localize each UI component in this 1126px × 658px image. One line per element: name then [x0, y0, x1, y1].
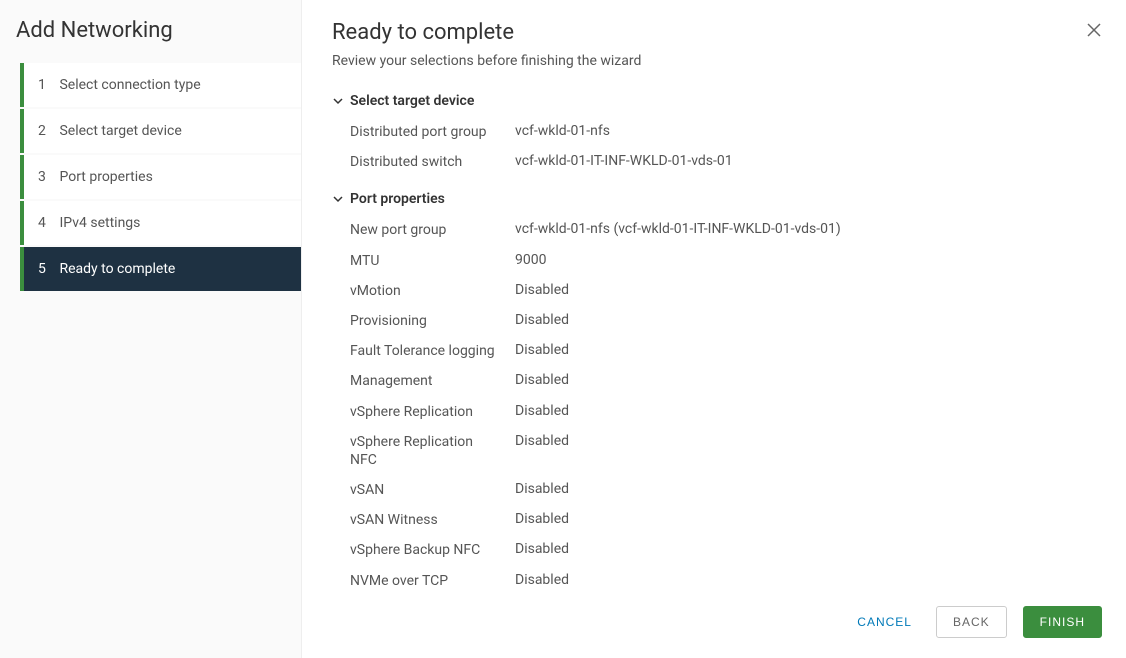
kv-row: Distributed port group vcf-wkld-01-nfs	[332, 123, 1096, 141]
step-label: Select connection type	[59, 77, 200, 93]
kv-value: vcf-wkld-01-nfs	[515, 123, 1096, 141]
section-select-target-device: Select target device Distributed port gr…	[332, 93, 1096, 171]
step-number: 5	[38, 261, 56, 277]
kv-label: Fault Tolerance logging	[350, 342, 515, 360]
kv-label: New port group	[350, 221, 515, 239]
kv-label: vSphere Replication	[350, 403, 515, 421]
step-ready-to-complete[interactable]: 5 Ready to complete	[20, 247, 301, 291]
finish-button[interactable]: FINISH	[1023, 606, 1102, 638]
section-title: Port properties	[350, 191, 445, 207]
kv-row: NVMe over TCP Disabled	[332, 572, 1096, 586]
step-select-connection-type[interactable]: 1 Select connection type	[20, 63, 301, 107]
kv-row: vSAN Disabled	[332, 481, 1096, 499]
step-select-target-device[interactable]: 2 Select target device	[20, 109, 301, 153]
page-subtitle: Review your selections before finishing …	[332, 53, 1096, 69]
kv-row: New port group vcf-wkld-01-nfs (vcf-wkld…	[332, 221, 1096, 239]
kv-value: Disabled	[515, 541, 1096, 559]
kv-row: vSphere Replication Disabled	[332, 403, 1096, 421]
kv-label: Management	[350, 372, 515, 390]
back-button[interactable]: BACK	[936, 606, 1007, 638]
step-label: Select target device	[59, 123, 181, 139]
section-title: Select target device	[350, 93, 474, 109]
kv-value: vcf-wkld-01-nfs (vcf-wkld-01-IT-INF-WKLD…	[515, 221, 1096, 239]
content-area: Ready to complete Review your selections…	[302, 0, 1126, 586]
kv-row: vSAN Witness Disabled	[332, 511, 1096, 529]
section-header-port-properties[interactable]: Port properties	[332, 191, 1096, 207]
kv-label: vSAN Witness	[350, 511, 515, 529]
step-number: 2	[38, 123, 56, 139]
kv-row: Distributed switch vcf-wkld-01-IT-INF-WK…	[332, 153, 1096, 171]
kv-value: Disabled	[515, 481, 1096, 499]
kv-value: Disabled	[515, 342, 1096, 360]
kv-value: Disabled	[515, 572, 1096, 586]
kv-row: MTU 9000	[332, 252, 1096, 270]
main-panel: Ready to complete Review your selections…	[302, 0, 1126, 658]
wizard-steps: 1 Select connection type 2 Select target…	[0, 63, 301, 291]
step-ipv4-settings[interactable]: 4 IPv4 settings	[20, 201, 301, 245]
kv-row: vSphere Backup NFC Disabled	[332, 541, 1096, 559]
step-number: 3	[38, 169, 56, 185]
chevron-down-icon	[332, 95, 344, 107]
kv-label: vSphere Replication NFC	[350, 433, 515, 469]
step-number: 4	[38, 215, 56, 231]
cancel-button[interactable]: CANCEL	[849, 607, 920, 637]
kv-value: 9000	[515, 252, 1096, 270]
wizard-sidebar: Add Networking 1 Select connection type …	[0, 0, 302, 658]
kv-row: Fault Tolerance logging Disabled	[332, 342, 1096, 360]
kv-value: Disabled	[515, 282, 1096, 300]
kv-label: MTU	[350, 252, 515, 270]
kv-label: NVMe over TCP	[350, 572, 515, 586]
kv-row: Management Disabled	[332, 372, 1096, 390]
kv-value: Disabled	[515, 312, 1096, 330]
kv-value: Disabled	[515, 403, 1096, 421]
kv-value: Disabled	[515, 372, 1096, 390]
step-port-properties[interactable]: 3 Port properties	[20, 155, 301, 199]
kv-row: Provisioning Disabled	[332, 312, 1096, 330]
kv-label: vMotion	[350, 282, 515, 300]
wizard-footer: CANCEL BACK FINISH	[302, 586, 1126, 658]
wizard-title: Add Networking	[0, 18, 301, 63]
kv-label: Distributed port group	[350, 123, 515, 141]
step-label: Port properties	[59, 169, 152, 185]
kv-value: Disabled	[515, 511, 1096, 529]
kv-label: Distributed switch	[350, 153, 515, 171]
kv-label: Provisioning	[350, 312, 515, 330]
kv-row: vMotion Disabled	[332, 282, 1096, 300]
page-title: Ready to complete	[332, 20, 1096, 45]
step-label: IPv4 settings	[59, 215, 140, 231]
section-rows: New port group vcf-wkld-01-nfs (vcf-wkld…	[332, 221, 1096, 586]
section-rows: Distributed port group vcf-wkld-01-nfs D…	[332, 123, 1096, 171]
kv-row: vSphere Replication NFC Disabled	[332, 433, 1096, 469]
step-label: Ready to complete	[59, 261, 175, 277]
summary-scroll[interactable]: Select target device Distributed port gr…	[332, 93, 1096, 586]
kv-value: Disabled	[515, 433, 1096, 469]
section-port-properties: Port properties New port group vcf-wkld-…	[332, 191, 1096, 586]
kv-value: vcf-wkld-01-IT-INF-WKLD-01-vds-01	[515, 153, 1096, 171]
chevron-down-icon	[332, 193, 344, 205]
kv-label: vSAN	[350, 481, 515, 499]
kv-label: vSphere Backup NFC	[350, 541, 515, 559]
step-number: 1	[38, 77, 56, 93]
section-header-target-device[interactable]: Select target device	[332, 93, 1096, 109]
